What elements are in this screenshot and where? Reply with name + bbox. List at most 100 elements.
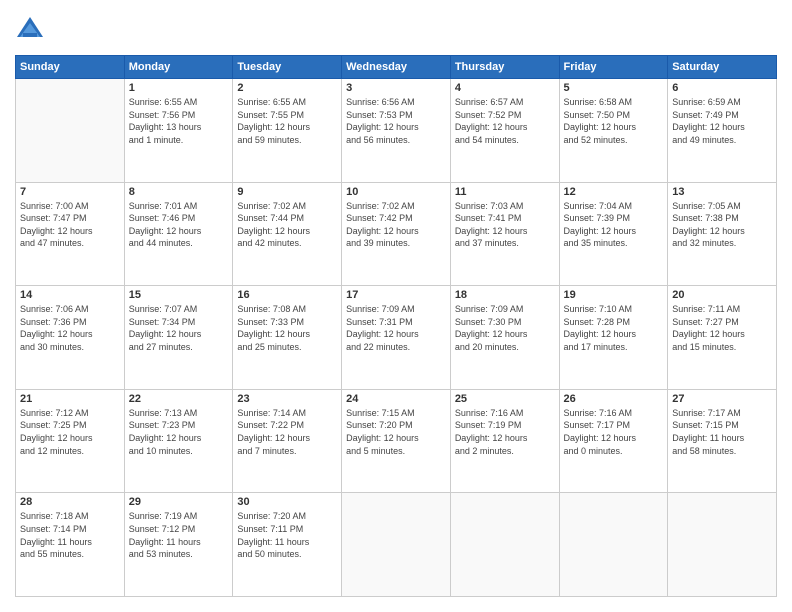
day-cell: 15 Sunrise: 7:07 AM Sunset: 7:34 PM Dayli… bbox=[124, 286, 233, 390]
day-cell: 14 Sunrise: 7:06 AM Sunset: 7:36 PM Dayli… bbox=[16, 286, 125, 390]
day-number: 15 bbox=[129, 289, 229, 301]
day-info: Sunrise: 6:55 AM Sunset: 7:55 PM Dayligh… bbox=[237, 96, 337, 146]
day-info: Sunrise: 7:00 AM Sunset: 7:47 PM Dayligh… bbox=[20, 200, 120, 250]
day-cell: 25 Sunrise: 7:16 AM Sunset: 7:19 PM Dayli… bbox=[450, 389, 559, 493]
day-cell: 26 Sunrise: 7:16 AM Sunset: 7:17 PM Dayli… bbox=[559, 389, 668, 493]
day-number: 13 bbox=[672, 186, 772, 198]
day-number: 12 bbox=[564, 186, 664, 198]
day-cell bbox=[16, 79, 125, 183]
header-row: SundayMondayTuesdayWednesdayThursdayFrid… bbox=[16, 56, 777, 79]
day-info: Sunrise: 7:04 AM Sunset: 7:39 PM Dayligh… bbox=[564, 200, 664, 250]
day-number: 1 bbox=[129, 82, 229, 94]
day-number: 3 bbox=[346, 82, 446, 94]
day-header-friday: Friday bbox=[559, 56, 668, 79]
day-cell: 18Sunrise: 7:09 AM Sunset: 7:30 PM Dayli… bbox=[450, 286, 559, 390]
day-number: 16 bbox=[237, 289, 337, 301]
day-info: Sunrise: 7:09 AM Sunset: 7:31 PM Dayligh… bbox=[346, 303, 446, 353]
day-number: 30 bbox=[237, 496, 337, 508]
day-info: Sunrise: 7:10 AM Sunset: 7:28 PM Dayligh… bbox=[564, 303, 664, 353]
week-row-5: 28 Sunrise: 7:18 AM Sunset: 7:14 PM Dayli… bbox=[16, 493, 777, 597]
day-number: 29 bbox=[129, 496, 229, 508]
day-info: Sunrise: 7:17 AM Sunset: 7:15 PM Dayligh… bbox=[672, 407, 772, 457]
day-number: 6 bbox=[672, 82, 772, 94]
day-header-thursday: Thursday bbox=[450, 56, 559, 79]
day-info: Sunrise: 7:14 AM Sunset: 7:22 PM Dayligh… bbox=[237, 407, 337, 457]
day-info: Sunrise: 7:07 AM Sunset: 7:34 PM Dayligh… bbox=[129, 303, 229, 353]
day-cell: 12 Sunrise: 7:04 AM Sunset: 7:39 PM Dayli… bbox=[559, 182, 668, 286]
day-number: 14 bbox=[20, 289, 120, 301]
day-number: 25 bbox=[455, 393, 555, 405]
day-info: Sunrise: 7:20 AM Sunset: 7:11 PM Dayligh… bbox=[237, 510, 337, 560]
week-row-1: 1 Sunrise: 6:55 AM Sunset: 7:56 PM Daylig… bbox=[16, 79, 777, 183]
day-cell bbox=[342, 493, 451, 597]
day-header-sunday: Sunday bbox=[16, 56, 125, 79]
day-number: 21 bbox=[20, 393, 120, 405]
day-cell: 29 Sunrise: 7:19 AM Sunset: 7:12 PM Dayli… bbox=[124, 493, 233, 597]
day-number: 24 bbox=[346, 393, 446, 405]
day-cell: 3 Sunrise: 6:56 AM Sunset: 7:53 PM Daylig… bbox=[342, 79, 451, 183]
logo-icon bbox=[15, 15, 45, 45]
day-info: Sunrise: 6:59 AM Sunset: 7:49 PM Dayligh… bbox=[672, 96, 772, 146]
day-cell: 7 Sunrise: 7:00 AM Sunset: 7:47 PM Daylig… bbox=[16, 182, 125, 286]
week-row-2: 7 Sunrise: 7:00 AM Sunset: 7:47 PM Daylig… bbox=[16, 182, 777, 286]
day-cell bbox=[450, 493, 559, 597]
day-info: Sunrise: 7:12 AM Sunset: 7:25 PM Dayligh… bbox=[20, 407, 120, 457]
day-number: 11 bbox=[455, 186, 555, 198]
day-info: Sunrise: 7:01 AM Sunset: 7:46 PM Dayligh… bbox=[129, 200, 229, 250]
day-info: Sunrise: 7:02 AM Sunset: 7:44 PM Dayligh… bbox=[237, 200, 337, 250]
day-info: Sunrise: 7:11 AM Sunset: 7:27 PM Dayligh… bbox=[672, 303, 772, 353]
day-cell: 28 Sunrise: 7:18 AM Sunset: 7:14 PM Dayli… bbox=[16, 493, 125, 597]
day-cell bbox=[668, 493, 777, 597]
day-cell: 5 Sunrise: 6:58 AM Sunset: 7:50 PM Daylig… bbox=[559, 79, 668, 183]
day-cell: 17 Sunrise: 7:09 AM Sunset: 7:31 PM Dayli… bbox=[342, 286, 451, 390]
day-info: Sunrise: 7:06 AM Sunset: 7:36 PM Dayligh… bbox=[20, 303, 120, 353]
day-info: Sunrise: 7:18 AM Sunset: 7:14 PM Dayligh… bbox=[20, 510, 120, 560]
page: SundayMondayTuesdayWednesdayThursdayFrid… bbox=[0, 0, 792, 612]
day-number: 26 bbox=[564, 393, 664, 405]
day-cell bbox=[559, 493, 668, 597]
day-info: Sunrise: 7:05 AM Sunset: 7:38 PM Dayligh… bbox=[672, 200, 772, 250]
day-cell: 4Sunrise: 6:57 AM Sunset: 7:52 PM Daylig… bbox=[450, 79, 559, 183]
day-info: Sunrise: 7:02 AM Sunset: 7:42 PM Dayligh… bbox=[346, 200, 446, 250]
day-number: 4 bbox=[455, 82, 555, 94]
day-cell: 16 Sunrise: 7:08 AM Sunset: 7:33 PM Dayli… bbox=[233, 286, 342, 390]
day-cell: 13 Sunrise: 7:05 AM Sunset: 7:38 PM Dayli… bbox=[668, 182, 777, 286]
day-number: 23 bbox=[237, 393, 337, 405]
day-cell: 20 Sunrise: 7:11 AM Sunset: 7:27 PM Dayli… bbox=[668, 286, 777, 390]
day-number: 27 bbox=[672, 393, 772, 405]
day-cell: 23 Sunrise: 7:14 AM Sunset: 7:22 PM Dayli… bbox=[233, 389, 342, 493]
day-number: 7 bbox=[20, 186, 120, 198]
day-cell: 9 Sunrise: 7:02 AM Sunset: 7:44 PM Daylig… bbox=[233, 182, 342, 286]
day-info: Sunrise: 7:03 AM Sunset: 7:41 PM Dayligh… bbox=[455, 200, 555, 250]
day-number: 5 bbox=[564, 82, 664, 94]
day-cell: 10 Sunrise: 7:02 AM Sunset: 7:42 PM Dayli… bbox=[342, 182, 451, 286]
day-number: 22 bbox=[129, 393, 229, 405]
day-cell: 6 Sunrise: 6:59 AM Sunset: 7:49 PM Daylig… bbox=[668, 79, 777, 183]
day-cell: 8 Sunrise: 7:01 AM Sunset: 7:46 PM Daylig… bbox=[124, 182, 233, 286]
day-cell: 22 Sunrise: 7:13 AM Sunset: 7:23 PM Dayli… bbox=[124, 389, 233, 493]
day-info: Sunrise: 6:56 AM Sunset: 7:53 PM Dayligh… bbox=[346, 96, 446, 146]
day-info: Sunrise: 7:19 AM Sunset: 7:12 PM Dayligh… bbox=[129, 510, 229, 560]
day-info: Sunrise: 7:08 AM Sunset: 7:33 PM Dayligh… bbox=[237, 303, 337, 353]
day-number: 17 bbox=[346, 289, 446, 301]
day-number: 10 bbox=[346, 186, 446, 198]
day-info: Sunrise: 6:58 AM Sunset: 7:50 PM Dayligh… bbox=[564, 96, 664, 146]
day-header-tuesday: Tuesday bbox=[233, 56, 342, 79]
day-cell: 1 Sunrise: 6:55 AM Sunset: 7:56 PM Daylig… bbox=[124, 79, 233, 183]
week-row-3: 14 Sunrise: 7:06 AM Sunset: 7:36 PM Dayli… bbox=[16, 286, 777, 390]
day-number: 28 bbox=[20, 496, 120, 508]
day-cell: 30 Sunrise: 7:20 AM Sunset: 7:11 PM Dayli… bbox=[233, 493, 342, 597]
day-number: 2 bbox=[237, 82, 337, 94]
day-info: Sunrise: 6:55 AM Sunset: 7:56 PM Dayligh… bbox=[129, 96, 229, 146]
day-info: Sunrise: 7:15 AM Sunset: 7:20 PM Dayligh… bbox=[346, 407, 446, 457]
day-cell: 27 Sunrise: 7:17 AM Sunset: 7:15 PM Dayli… bbox=[668, 389, 777, 493]
day-info: Sunrise: 7:16 AM Sunset: 7:17 PM Dayligh… bbox=[564, 407, 664, 457]
day-info: Sunrise: 7:13 AM Sunset: 7:23 PM Dayligh… bbox=[129, 407, 229, 457]
day-number: 8 bbox=[129, 186, 229, 198]
day-number: 20 bbox=[672, 289, 772, 301]
day-header-wednesday: Wednesday bbox=[342, 56, 451, 79]
day-cell: 19Sunrise: 7:10 AM Sunset: 7:28 PM Dayli… bbox=[559, 286, 668, 390]
day-cell: 21 Sunrise: 7:12 AM Sunset: 7:25 PM Dayli… bbox=[16, 389, 125, 493]
day-info: Sunrise: 7:16 AM Sunset: 7:19 PM Dayligh… bbox=[455, 407, 555, 457]
day-number: 9 bbox=[237, 186, 337, 198]
